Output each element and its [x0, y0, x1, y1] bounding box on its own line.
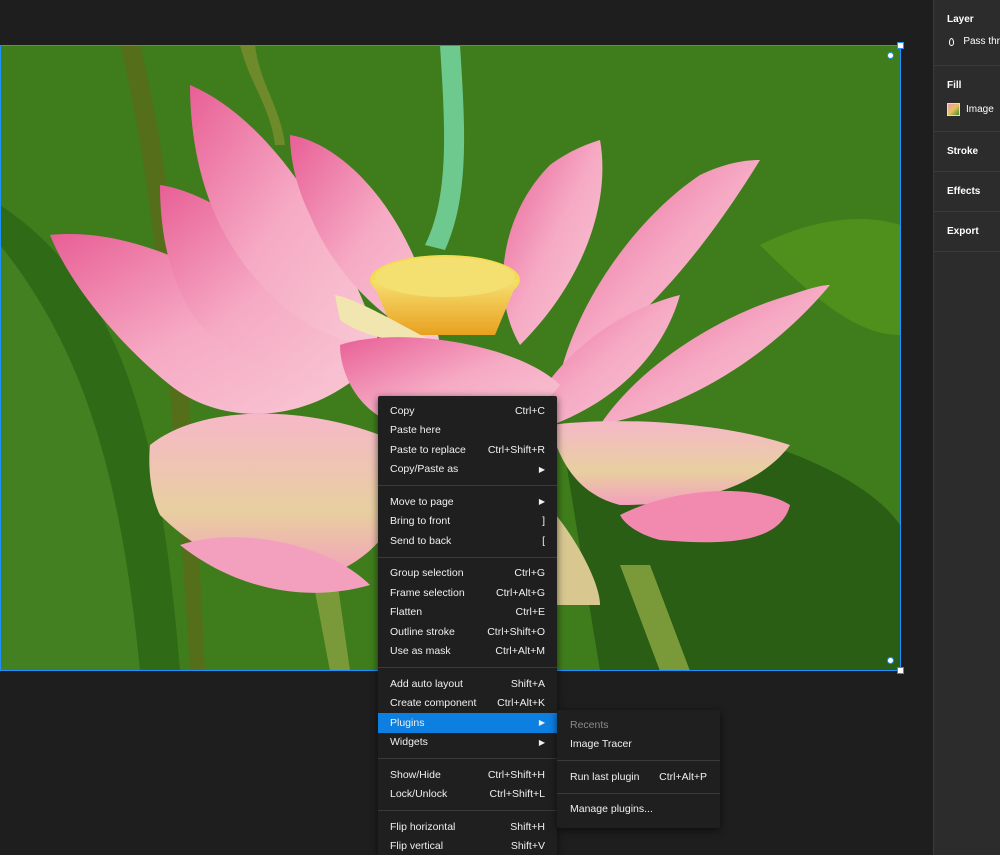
menu-item-shortcut: Ctrl+Shift+L — [489, 788, 545, 801]
menu-item-label: Create component — [390, 697, 477, 710]
recents-header: Recents — [557, 715, 720, 735]
export-section[interactable]: Export — [934, 212, 1000, 252]
menu-item-add-auto-layout[interactable]: Add auto layout Shift+A — [378, 674, 557, 694]
fill-section: Fill Image — [934, 66, 1000, 132]
menu-item-shortcut: Shift+V — [510, 840, 545, 853]
menu-item-label: Bring to front — [390, 515, 451, 528]
menu-item-lock-unlock[interactable]: Lock/Unlock Ctrl+Shift+L — [378, 785, 557, 805]
menu-item-image-tracer[interactable]: Image Tracer — [557, 735, 720, 755]
menu-item-label: Show/Hide — [390, 768, 441, 781]
menu-item-bring-to-front[interactable]: Bring to front] — [378, 512, 557, 532]
layer-section-title: Layer — [947, 14, 974, 25]
layer-section: Layer Pass thr — [934, 0, 1000, 66]
menu-divider — [557, 760, 720, 761]
submenu-arrow-icon: ▶ — [538, 737, 545, 747]
submenu-arrow-icon: ▶ — [538, 464, 545, 474]
menu-item-shortcut: Ctrl+Shift+H — [487, 768, 545, 781]
menu-item-label: Use as mask — [390, 645, 451, 658]
context-menu: Copy Ctrl+C Paste here Paste to replace Ct… — [378, 396, 557, 855]
menu-item-frame-selection[interactable]: Frame selection Ctrl+Alt+G — [378, 583, 557, 603]
menu-item-label: Group selection — [390, 567, 464, 580]
submenu-arrow-icon: ▶ — [538, 718, 545, 728]
radius-handle-bottom-right[interactable] — [887, 657, 894, 664]
fill-row[interactable]: Image — [947, 103, 1000, 116]
menu-item-shortcut: Ctrl+C — [514, 404, 545, 417]
menu-item-label: Move to page — [390, 495, 454, 508]
properties-panel: Layer Pass thr Fill Image Stroke Effects… — [933, 0, 1000, 855]
menu-item-shortcut: Ctrl+Alt+M — [495, 645, 545, 658]
menu-item-shortcut: [ — [542, 534, 545, 547]
export-section-title: Export — [947, 226, 979, 237]
menu-item-shortcut: Ctrl+Alt+P — [659, 770, 707, 783]
menu-item-label: Run last plugin — [570, 770, 640, 783]
effects-section-title: Effects — [947, 186, 981, 197]
menu-item-label: Frame selection — [390, 586, 465, 599]
layer-mode-label: Pass thr — [963, 36, 1000, 47]
menu-item-label: Copy/Paste as — [390, 463, 459, 476]
menu-item-copy[interactable]: Copy Ctrl+C — [378, 401, 557, 421]
menu-item-copy-paste-as[interactable]: Copy/Paste as ▶ — [378, 460, 557, 480]
menu-item-shortcut: Ctrl+Alt+G — [495, 586, 545, 599]
menu-item-shortcut: Shift+A — [510, 677, 545, 690]
menu-item-label: Widgets — [390, 736, 428, 749]
plugins-submenu: Recents Image Tracer Run last plugin Ctrl… — [557, 710, 720, 828]
recents-header-label: Recents — [570, 718, 609, 731]
stroke-section[interactable]: Stroke — [934, 132, 1000, 172]
menu-item-label: Copy — [390, 404, 415, 417]
menu-item-outline-stroke[interactable]: Outline stroke Ctrl+Shift+O — [378, 622, 557, 642]
menu-divider — [557, 792, 720, 794]
menu-item-label: Outline stroke — [390, 625, 455, 638]
menu-item-flip-vertical[interactable]: Flip vertical Shift+V — [378, 837, 557, 855]
menu-item-label: Plugins — [390, 716, 425, 729]
menu-divider — [378, 810, 557, 811]
stroke-section-title: Stroke — [947, 146, 979, 157]
menu-item-shortcut: ] — [542, 515, 545, 528]
menu-item-shortcut: Ctrl+Shift+R — [487, 443, 545, 456]
menu-divider — [378, 485, 557, 486]
effects-section[interactable]: Effects — [934, 172, 1000, 212]
submenu-arrow-icon: ▶ — [538, 497, 545, 507]
menu-divider — [378, 758, 557, 759]
menu-item-use-as-mask[interactable]: Use as mask Ctrl+Alt+M — [378, 642, 557, 662]
menu-item-run-last-plugin[interactable]: Run last plugin Ctrl+Alt+P — [557, 767, 720, 787]
menu-item-label: Paste to replace — [390, 443, 466, 456]
menu-item-label: Image Tracer — [570, 738, 632, 751]
menu-item-label: Flip horizontal — [390, 820, 456, 833]
menu-item-flip-horizontal[interactable]: Flip horizontal Shift+H — [378, 817, 557, 837]
menu-item-create-component[interactable]: Create component Ctrl+Alt+K — [378, 694, 557, 714]
radius-handle-top-right[interactable] — [887, 52, 894, 59]
menu-item-label: Add auto layout — [390, 677, 463, 690]
menu-item-shortcut: Shift+H — [510, 820, 545, 833]
image-fill-thumbnail-icon — [947, 103, 960, 116]
menu-item-label: Flip vertical — [390, 840, 444, 853]
menu-item-plugins[interactable]: Plugins ▶ — [378, 713, 557, 733]
menu-item-shortcut: Ctrl+Alt+K — [497, 697, 545, 710]
menu-item-label: Manage plugins... — [570, 803, 653, 816]
menu-item-shortcut: Ctrl+E — [515, 606, 545, 619]
menu-item-shortcut: Ctrl+G — [514, 567, 545, 580]
menu-divider — [378, 556, 557, 558]
menu-item-manage-plugins[interactable]: Manage plugins... — [557, 800, 720, 820]
fill-section-title: Fill — [947, 80, 962, 91]
menu-divider — [378, 667, 557, 668]
menu-item-show-hide[interactable]: Show/Hide Ctrl+Shift+H — [378, 765, 557, 785]
menu-item-widgets[interactable]: Widgets ▶ — [378, 733, 557, 753]
menu-item-label: Paste here — [390, 424, 441, 437]
menu-item-paste-here[interactable]: Paste here — [378, 421, 557, 441]
menu-item-send-to-back[interactable]: Send to back [ — [378, 531, 557, 551]
menu-item-label: Flatten — [390, 606, 423, 619]
fill-type-label: Image — [966, 104, 994, 115]
resize-handle-bottom-right[interactable] — [897, 667, 904, 674]
menu-item-flatten[interactable]: Flatten Ctrl+E — [378, 603, 557, 623]
menu-item-label: Lock/Unlock — [390, 788, 448, 801]
menu-item-shortcut: Ctrl+Shift+O — [487, 625, 545, 638]
blend-mode-icon — [949, 37, 955, 46]
resize-handle-top-right[interactable] — [897, 42, 904, 49]
layer-mode-row[interactable]: Pass thr — [947, 36, 1000, 47]
menu-item-label: Send to back — [390, 534, 452, 547]
menu-item-move-to-page[interactable]: Move to page ▶ — [378, 492, 557, 512]
menu-item-group-selection[interactable]: Group selection Ctrl+G — [378, 564, 557, 584]
menu-item-paste-to-replace[interactable]: Paste to replace Ctrl+Shift+R — [378, 440, 557, 460]
